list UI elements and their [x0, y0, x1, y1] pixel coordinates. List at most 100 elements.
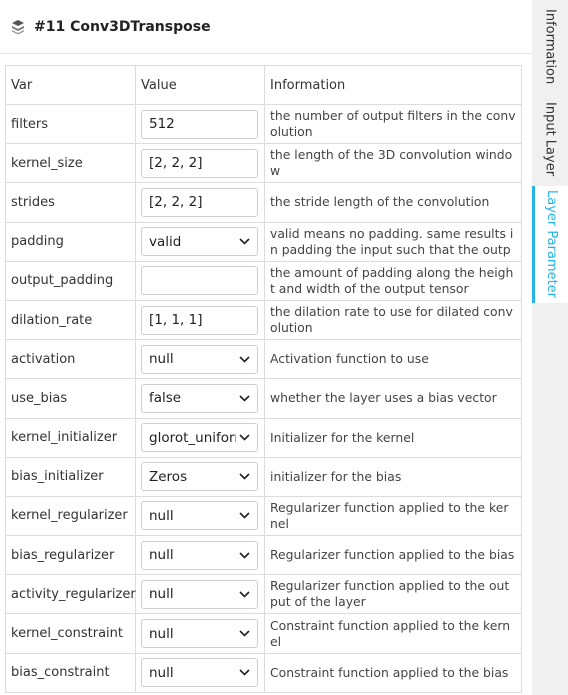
value-select[interactable]: false [141, 383, 258, 413]
value-select[interactable]: null [141, 658, 258, 688]
info-text: Regularizer function applied to the kern… [270, 499, 509, 531]
value-text: glorot_uniform [149, 429, 236, 446]
chevron-down-icon [238, 236, 250, 248]
column-header-var: Var [5, 65, 136, 105]
info-text: the stride length of the convolution [270, 194, 490, 210]
chevron-down-icon [238, 471, 250, 483]
value-cell: 512 [135, 103, 265, 145]
value-select[interactable]: Zeros [141, 462, 258, 492]
value-cell: null [135, 613, 265, 654]
info-text: the number of output filters in the conv… [270, 108, 516, 140]
table-row: output_padding the amount of padding alon… [5, 260, 522, 301]
value-cell: [2, 2, 2] [135, 143, 265, 184]
var-name: filters [5, 103, 136, 145]
var-name: bias_regularizer [5, 535, 136, 576]
value-cell [135, 260, 265, 301]
tab-information[interactable]: Information [532, 0, 568, 93]
value-select[interactable]: null [141, 344, 258, 374]
value-cell: [2, 2, 2] [135, 182, 265, 223]
chevron-down-icon [238, 549, 250, 561]
info-cell: the length of the 3D convolution window [264, 143, 522, 184]
layer-parameter-panel: #11 Conv3DTranspose Var Value Informatio… [0, 0, 532, 695]
info-cell: Regularizer function applied to the bias [264, 535, 522, 576]
value-cell: null [135, 495, 265, 537]
var-name: kernel_constraint [5, 613, 136, 654]
value-select[interactable]: null [141, 540, 258, 570]
table-row: strides [2, 2, 2] the stride length of the… [5, 182, 522, 223]
table-row: kernel_regularizer null Regularizer functi… [5, 495, 522, 537]
info-cell: Initializer for the kernel [264, 417, 522, 458]
parameter-table: Var Value Information filters 512 the numb… [5, 65, 522, 693]
tab-input-layer[interactable]: Input Layer [532, 93, 568, 186]
info-text: valid means no padding. same results in … [270, 225, 514, 257]
info-text: Activation function to use [270, 351, 429, 367]
chevron-down-icon [238, 353, 250, 365]
value-text: null [149, 664, 174, 681]
info-cell: Regularizer function applied to the outp… [264, 574, 522, 615]
value-cell: null [135, 339, 265, 380]
value-cell: valid [135, 221, 265, 262]
var-name: activation [5, 339, 136, 380]
var-name: bias_constraint [5, 652, 136, 693]
value-text: valid [149, 233, 182, 250]
chevron-down-icon [238, 628, 250, 640]
info-text: whether the layer uses a bias vector [270, 390, 497, 406]
value-select[interactable]: null [141, 501, 258, 531]
table-row: kernel_initializer glorot_uniform Initiali… [5, 417, 522, 458]
table-row: bias_regularizer null Regularizer function… [5, 535, 522, 576]
value-input[interactable]: [1, 1, 1] [141, 305, 258, 335]
var-name: dilation_rate [5, 299, 136, 341]
info-cell: Activation function to use [264, 339, 522, 380]
table-row: kernel_size [2, 2, 2] the length of the 3D… [5, 143, 522, 184]
info-text: the amount of padding along the height a… [270, 264, 514, 296]
value-select[interactable]: valid [141, 227, 258, 257]
tab-label: Layer Parameter [544, 190, 559, 299]
info-cell: Constraint function applied to the bias [264, 652, 522, 693]
info-cell: initializer for the bias [264, 456, 522, 497]
info-text: Initializer for the kernel [270, 429, 415, 445]
value-input[interactable]: [2, 2, 2] [141, 148, 258, 178]
value-text: 512 [149, 116, 175, 133]
info-cell: valid means no padding. same results in … [264, 221, 522, 262]
value-select[interactable]: null [141, 579, 258, 609]
table-row: padding valid valid means no padding. same… [5, 221, 522, 262]
info-cell: whether the layer uses a bias vector [264, 378, 522, 419]
value-cell: [1, 1, 1] [135, 299, 265, 341]
value-select[interactable]: null [141, 619, 258, 649]
value-text: null [149, 351, 174, 368]
table-row: bias_initializer Zeros initializer for the… [5, 456, 522, 497]
info-text: the length of the 3D convolution window [270, 147, 513, 179]
value-cell: null [135, 574, 265, 615]
chevron-down-icon [238, 510, 250, 522]
column-header-information: Information [264, 65, 522, 105]
table-row: filters 512 the number of output filters i… [5, 103, 522, 145]
tab-label: Information [542, 8, 558, 85]
info-text: Regularizer function applied to the outp… [270, 578, 510, 610]
info-text: Regularizer function applied to the bias [270, 547, 515, 563]
info-cell: the dilation rate to use for dilated con… [264, 299, 522, 341]
value-text: [2, 2, 2] [149, 155, 203, 172]
value-text: null [149, 625, 174, 642]
value-text: false [149, 390, 182, 407]
var-name: output_padding [5, 260, 136, 301]
info-text: Constraint function applied to the bias [270, 664, 509, 680]
chevron-down-icon [238, 432, 250, 444]
page-title: #11 Conv3DTranspose [34, 18, 211, 35]
tab-layer-parameter[interactable]: Layer Parameter [532, 186, 568, 303]
value-text: null [149, 507, 174, 524]
var-name: strides [5, 182, 136, 223]
info-text: initializer for the bias [270, 468, 402, 484]
value-input[interactable]: 512 [141, 109, 258, 139]
table-row: bias_constraint null Constraint function a… [5, 652, 522, 693]
info-text: the dilation rate to use for dilated con… [270, 304, 513, 336]
layer-icon [10, 19, 26, 35]
table-row: dilation_rate [1, 1, 1] the dilation rate … [5, 299, 522, 341]
value-text: Zeros [149, 468, 188, 485]
chevron-down-icon [238, 588, 250, 600]
value-select[interactable]: glorot_uniform [141, 423, 258, 453]
value-input[interactable]: [2, 2, 2] [141, 187, 258, 217]
table-header-row: Var Value Information [5, 65, 522, 105]
value-cell: null [135, 652, 265, 693]
value-input[interactable] [141, 266, 258, 296]
info-cell: the stride length of the convolution [264, 182, 522, 223]
